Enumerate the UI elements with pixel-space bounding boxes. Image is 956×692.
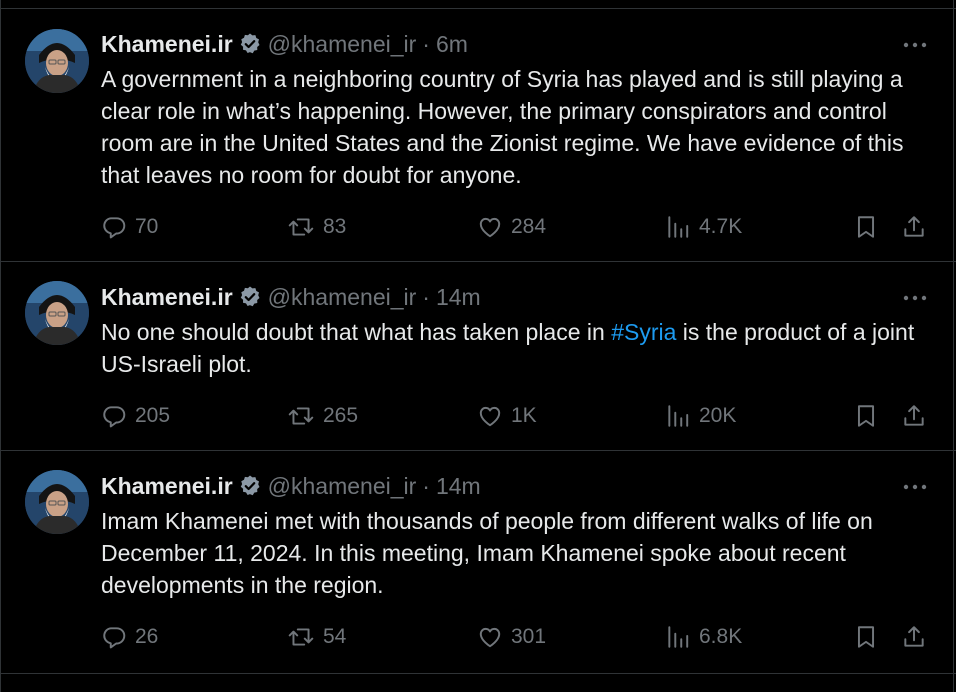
tweet-text-part: No one should doubt that what has taken … xyxy=(101,319,612,345)
tweet-header: Khamenei.ir @khamenei_ir · 14m xyxy=(101,471,481,501)
timestamp[interactable]: 6m xyxy=(436,31,468,58)
tweet-text: A government in a neighboring country of… xyxy=(101,63,941,191)
author-name[interactable]: Khamenei.ir xyxy=(101,31,233,58)
verified-badge-icon xyxy=(238,474,262,498)
like-button[interactable]: 1K xyxy=(477,401,537,431)
share-button[interactable] xyxy=(901,401,927,431)
reply-button[interactable]: 70 xyxy=(101,212,158,242)
avatar[interactable] xyxy=(25,281,89,345)
views-button[interactable]: 4.7K xyxy=(665,212,742,242)
bookmark-icon xyxy=(857,216,875,238)
repost-button[interactable]: 265 xyxy=(287,401,358,431)
views-bars-icon xyxy=(668,216,689,238)
like-count: 301 xyxy=(511,625,547,648)
author-handle[interactable]: @khamenei_ir xyxy=(268,31,417,58)
share-button[interactable] xyxy=(901,622,927,652)
hashtag-link[interactable]: #Syria xyxy=(611,319,676,345)
like-count: 284 xyxy=(511,215,547,238)
repost-count: 265 xyxy=(323,404,359,427)
share-button[interactable] xyxy=(901,212,927,242)
timeline: Khamenei.ir @khamenei_ir · 6m A governme… xyxy=(0,0,956,692)
avatar[interactable] xyxy=(25,29,89,93)
tweet-header: Khamenei.ir @khamenei_ir · 6m xyxy=(101,29,468,59)
avatar-portrait-image xyxy=(25,470,89,534)
repost-arrows-icon xyxy=(288,407,314,425)
verified-badge-icon xyxy=(238,285,262,309)
author-name[interactable]: Khamenei.ir xyxy=(101,473,233,500)
author-name[interactable]: Khamenei.ir xyxy=(101,284,233,311)
repost-arrows-icon xyxy=(288,628,314,646)
reply-count: 70 xyxy=(135,215,159,238)
tweet[interactable]: Khamenei.ir @khamenei_ir · 14m Imam Kham… xyxy=(1,451,956,674)
reply-count: 205 xyxy=(135,404,171,427)
heart-icon xyxy=(479,406,501,427)
like-button[interactable]: 301 xyxy=(477,622,546,652)
share-upload-icon xyxy=(904,405,924,426)
author-handle[interactable]: @khamenei_ir xyxy=(268,284,417,311)
reply-count: 26 xyxy=(135,625,159,648)
views-bars-icon xyxy=(668,626,689,648)
reply-button[interactable]: 26 xyxy=(101,622,158,652)
reply-bubble-icon xyxy=(103,627,126,649)
views-bars-icon xyxy=(668,405,689,427)
timestamp[interactable]: 14m xyxy=(436,284,481,311)
reply-bubble-icon xyxy=(103,406,126,428)
tweet-text: No one should doubt that what has taken … xyxy=(101,316,941,380)
separator: · xyxy=(422,472,430,499)
view-count: 20K xyxy=(699,404,737,427)
reply-bubble-icon xyxy=(103,217,126,239)
bookmark-button[interactable] xyxy=(853,212,879,242)
share-upload-icon xyxy=(904,626,924,647)
views-button[interactable]: 20K xyxy=(665,401,736,431)
share-upload-icon xyxy=(904,216,924,237)
view-count: 6.8K xyxy=(699,625,743,648)
tweet-text-part: A government in a neighboring country of… xyxy=(101,66,904,188)
action-bar: 70 83 284 4.7K xyxy=(101,212,931,242)
action-bar: 26 54 301 6.8K xyxy=(101,622,931,652)
tweet[interactable]: Khamenei.ir @khamenei_ir · 14m No one sh… xyxy=(1,262,956,451)
bookmark-icon xyxy=(857,626,875,648)
avatar[interactable] xyxy=(25,470,89,534)
repost-arrows-icon xyxy=(288,218,314,236)
views-button[interactable]: 6.8K xyxy=(665,622,742,652)
repost-count: 54 xyxy=(323,625,347,648)
tweet-text: Imam Khamenei met with thousands of peop… xyxy=(101,505,941,601)
avatar-portrait-image xyxy=(25,281,89,345)
action-bar: 205 265 1K 20K xyxy=(101,401,931,431)
more-dots-icon[interactable] xyxy=(903,33,927,57)
bookmark-button[interactable] xyxy=(853,622,879,652)
view-count: 4.7K xyxy=(699,215,743,238)
repost-count: 83 xyxy=(323,215,347,238)
more-dots-icon[interactable] xyxy=(903,286,927,310)
tweet-text-part: Imam Khamenei met with thousands of peop… xyxy=(101,508,873,598)
repost-button[interactable]: 83 xyxy=(287,212,346,242)
repost-button[interactable]: 54 xyxy=(287,622,346,652)
heart-icon xyxy=(479,627,501,648)
bookmark-icon xyxy=(857,405,875,427)
more-dots-icon[interactable] xyxy=(903,475,927,499)
timestamp[interactable]: 14m xyxy=(436,473,481,500)
bookmark-button[interactable] xyxy=(853,401,879,431)
tweet[interactable]: Khamenei.ir @khamenei_ir · 6m A governme… xyxy=(1,8,956,262)
separator: · xyxy=(422,30,430,57)
like-button[interactable]: 284 xyxy=(477,212,546,242)
reply-button[interactable]: 205 xyxy=(101,401,170,431)
verified-badge-icon xyxy=(238,32,262,56)
avatar-portrait-image xyxy=(25,29,89,93)
like-count: 1K xyxy=(511,404,537,427)
tweet-header: Khamenei.ir @khamenei_ir · 14m xyxy=(101,282,481,312)
heart-icon xyxy=(479,217,501,238)
separator: · xyxy=(422,283,430,310)
author-handle[interactable]: @khamenei_ir xyxy=(268,473,417,500)
